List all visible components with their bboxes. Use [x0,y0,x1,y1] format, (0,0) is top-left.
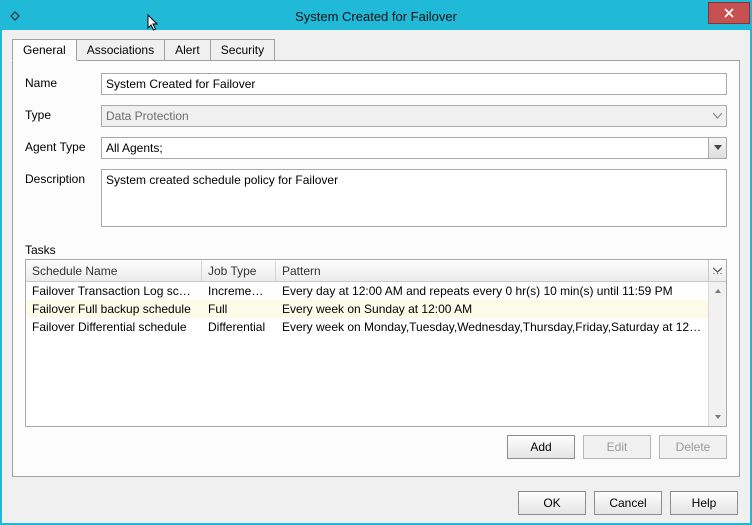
table-row[interactable]: Failover Transaction Log schedule Increm… [26,282,708,300]
cell-pattern: Every week on Monday,Tuesday,Wednesday,T… [276,320,708,334]
cell-schedule-name: Failover Differential schedule [26,320,202,334]
help-button[interactable]: Help [670,491,738,515]
grid-options-button[interactable] [708,260,726,282]
cell-job-type: Incremental [202,284,276,298]
scroll-track[interactable] [709,300,726,408]
agent-type-select[interactable] [101,137,727,159]
tab-associations[interactable]: Associations [76,39,165,60]
column-header-schedule[interactable]: Schedule Name [26,261,202,281]
close-button[interactable] [708,2,750,24]
tab-general[interactable]: General [12,39,77,61]
tab-strip: General Associations Alert Security [12,38,740,60]
tasks-section-label: Tasks [25,243,727,257]
type-label: Type [25,105,101,122]
cell-schedule-name: Failover Full backup schedule [26,302,202,316]
table-row[interactable]: Failover Full backup schedule Full Every… [26,300,708,318]
agent-type-label: Agent Type [25,137,101,154]
description-textarea[interactable]: System created schedule policy for Failo… [101,169,727,227]
tasks-grid: Schedule Name Job Type Pattern Failover … [25,259,727,427]
app-icon [8,9,22,23]
table-row[interactable]: Failover Differential schedule Different… [26,318,708,336]
tab-alert[interactable]: Alert [164,39,211,60]
mouse-cursor-icon [147,14,161,32]
dialog-content: General Associations Alert Security Name… [2,30,750,483]
edit-button[interactable]: Edit [583,435,651,459]
cell-job-type: Full [202,302,276,316]
type-select[interactable] [101,105,727,127]
cell-schedule-name: Failover Transaction Log schedule [26,284,202,298]
window-title: System Created for Failover [2,9,750,24]
add-button[interactable]: Add [507,435,575,459]
dialog-footer: OK Cancel Help [2,483,750,523]
grid-header: Schedule Name Job Type Pattern [26,260,708,282]
description-label: Description [25,169,101,186]
delete-button[interactable]: Delete [659,435,727,459]
grid-body: Failover Transaction Log schedule Increm… [26,282,708,426]
tab-security[interactable]: Security [210,39,275,60]
dialog-window: System Created for Failover General Asso… [0,0,752,525]
name-label: Name [25,73,101,90]
scroll-down-icon[interactable] [709,408,726,426]
name-input[interactable] [101,73,727,95]
cell-pattern: Every day at 12:00 AM and repeats every … [276,284,708,298]
column-header-job-type[interactable]: Job Type [202,261,276,281]
tab-panel-general: Name Type Agent Type [12,60,740,477]
vertical-scrollbar[interactable] [708,282,726,426]
ok-button[interactable]: OK [518,491,586,515]
column-header-pattern[interactable]: Pattern [276,261,708,281]
title-bar: System Created for Failover [2,2,750,30]
grid-right-rail [708,260,726,426]
grid-action-buttons: Add Edit Delete [25,435,727,459]
cell-pattern: Every week on Sunday at 12:00 AM [276,302,708,316]
cancel-button[interactable]: Cancel [594,491,662,515]
scroll-up-icon[interactable] [709,282,726,300]
cell-job-type: Differential [202,320,276,334]
